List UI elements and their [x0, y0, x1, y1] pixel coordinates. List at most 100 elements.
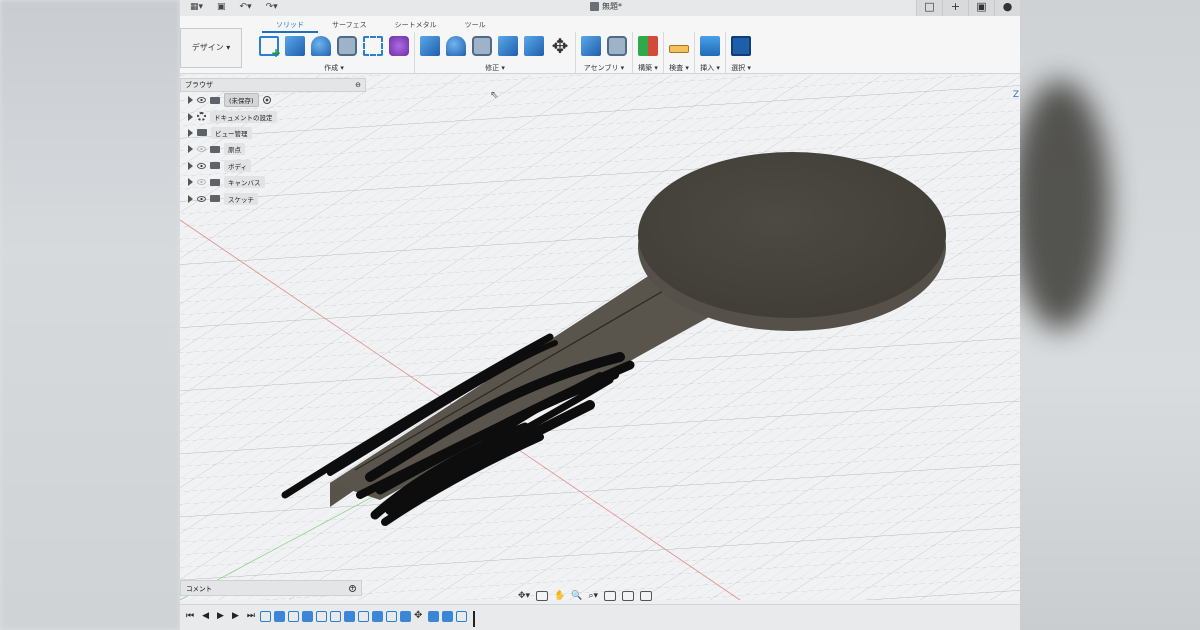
zoom-icon[interactable]: 🔍 — [571, 591, 582, 601]
create-sketch-icon[interactable] — [259, 36, 281, 60]
insert-menu[interactable]: 挿入 ▾ — [700, 63, 720, 73]
create-menu[interactable]: 作成 ▾ — [324, 63, 344, 73]
revolve-icon[interactable] — [311, 36, 331, 56]
orbit-icon[interactable]: ✥▾ — [518, 591, 530, 601]
browser-item-named-views[interactable]: ビュー管理 — [180, 125, 366, 141]
look-at-icon[interactable] — [536, 591, 549, 601]
browser-item-origin[interactable]: 原点 — [180, 141, 366, 157]
activate-icon[interactable] — [262, 96, 271, 105]
create-form-icon[interactable] — [389, 36, 409, 56]
construct-menu[interactable]: 構築 ▾ — [638, 63, 658, 73]
model-disc-top[interactable] — [638, 152, 946, 318]
pattern-icon[interactable] — [363, 36, 383, 56]
save-icon[interactable]: ▣ — [217, 2, 226, 12]
timeline-extrude-icon[interactable] — [302, 611, 313, 622]
browser-item-document-settings[interactable]: ドキュメントの設定 — [180, 108, 366, 124]
timeline-extrude-icon[interactable] — [428, 611, 439, 622]
tab-surface[interactable]: サーフェス — [318, 19, 381, 33]
extrude-icon[interactable] — [285, 36, 305, 56]
hole-icon[interactable] — [337, 36, 357, 56]
job-status-button[interactable]: ▣ — [968, 0, 994, 16]
timeline-extrude-icon[interactable] — [274, 611, 285, 622]
press-pull-icon[interactable] — [420, 36, 440, 56]
expand-arrow-icon[interactable] — [188, 178, 193, 187]
shell-icon[interactable] — [472, 36, 492, 56]
select-tool-icon[interactable] — [731, 36, 751, 56]
browser-item-label: スケッチ — [224, 192, 258, 205]
undo-icon[interactable]: ↶▾ — [240, 2, 252, 12]
inspect-menu[interactable]: 検査 ▾ — [669, 63, 689, 73]
expand-arrow-icon[interactable] — [188, 194, 193, 203]
timeline-features: ✥ — [260, 611, 475, 627]
timeline-sketch-icon[interactable] — [316, 611, 327, 622]
title-bar: ▦▾ ▣ ↶▾ ↷▾ 無題* □ + ▣ ● — [180, 0, 1020, 16]
document-title: 無題* — [590, 1, 622, 12]
timeline-move-icon[interactable]: ✥ — [414, 611, 425, 622]
fillet-icon[interactable] — [446, 36, 466, 56]
visibility-eye-icon[interactable] — [197, 146, 206, 153]
restore-button[interactable]: □ — [916, 0, 942, 16]
visibility-eye-icon[interactable] — [197, 195, 206, 202]
tab-sheet-metal[interactable]: シートメタル — [381, 19, 451, 33]
tab-tools[interactable]: ツール — [451, 19, 500, 33]
joint-icon[interactable] — [607, 36, 627, 56]
select-menu[interactable]: 選択 ▾ — [731, 63, 751, 73]
toolbar-ribbon: デザイン ▾ ソリッド サーフェス シートメタル ツール 作成 ▾ — [180, 16, 1020, 74]
expand-arrow-icon[interactable] — [188, 96, 193, 105]
assemble-menu[interactable]: アセンブリ ▾ — [584, 63, 624, 73]
combine-icon[interactable] — [498, 36, 518, 56]
browser-item-bodies[interactable]: ボディ — [180, 158, 366, 174]
browser-root-row[interactable]: (未保存) — [180, 92, 366, 108]
timeline-extrude-icon[interactable] — [344, 611, 355, 622]
display-settings-icon[interactable] — [604, 591, 617, 601]
comments-panel[interactable]: コメント + — [180, 580, 362, 596]
timeline-sketch-icon[interactable] — [456, 611, 467, 622]
timeline-marker[interactable] — [473, 611, 475, 627]
insert-image-icon[interactable] — [700, 36, 720, 56]
account-button[interactable]: ● — [994, 0, 1020, 16]
modify-menu[interactable]: 修正 ▾ — [485, 63, 505, 73]
visibility-eye-icon[interactable] — [197, 97, 206, 104]
go-to-end-icon[interactable]: ⏭ — [247, 611, 255, 621]
measure-icon[interactable] — [669, 45, 689, 53]
step-back-icon[interactable]: ◀ — [202, 611, 209, 621]
add-comment-icon[interactable]: + — [349, 584, 356, 592]
offset-face-icon[interactable] — [524, 36, 544, 56]
browser-collapse-icon[interactable]: ⊖ — [355, 81, 361, 89]
workspace-selector[interactable]: デザイン ▾ — [180, 28, 242, 68]
step-forward-icon[interactable]: ▶︎ — [232, 611, 239, 621]
visibility-eye-icon[interactable] — [197, 162, 206, 169]
timeline-sketch-icon[interactable] — [330, 611, 341, 622]
viewports-icon[interactable] — [640, 591, 653, 601]
expand-arrow-icon[interactable] — [188, 161, 193, 170]
document-icon — [590, 2, 599, 11]
expand-arrow-icon[interactable] — [188, 128, 193, 137]
redo-icon[interactable]: ↷▾ — [266, 2, 278, 12]
offset-plane-icon[interactable] — [638, 36, 658, 56]
grid-settings-icon[interactable] — [622, 591, 635, 601]
timeline-extrude-icon[interactable] — [442, 611, 453, 622]
timeline-sketch-icon[interactable] — [386, 611, 397, 622]
move-icon[interactable]: ✥ — [550, 36, 570, 56]
timeline-playback: ⏮ ◀ ▶ ▶︎ ⏭ — [186, 611, 255, 621]
fit-icon[interactable]: ⌕▾ — [589, 591, 599, 601]
play-icon[interactable]: ▶ — [217, 611, 224, 621]
visibility-eye-icon[interactable] — [197, 179, 206, 186]
browser-item-sketches[interactable]: スケッチ — [180, 190, 366, 206]
go-to-start-icon[interactable]: ⏮ — [186, 611, 194, 621]
browser-item-canvases[interactable]: キャンバス — [180, 174, 366, 190]
file-menu-icon[interactable]: ▦▾ — [190, 2, 203, 12]
timeline-extrude-icon[interactable] — [372, 611, 383, 622]
new-component-icon[interactable] — [581, 36, 601, 56]
document-title-text: 無題* — [602, 2, 622, 11]
tab-solid[interactable]: ソリッド — [262, 19, 318, 33]
viewcube-z-label[interactable]: Z — [1013, 90, 1019, 100]
timeline-sketch-icon[interactable] — [288, 611, 299, 622]
timeline-extrude-icon[interactable] — [400, 611, 411, 622]
new-tab-button[interactable]: + — [942, 0, 968, 16]
expand-arrow-icon[interactable] — [188, 145, 193, 154]
pan-icon[interactable]: ✋ — [554, 591, 565, 601]
expand-arrow-icon[interactable] — [188, 112, 193, 121]
timeline-sketch-icon[interactable] — [358, 611, 369, 622]
timeline-sketch-icon[interactable] — [260, 611, 271, 622]
